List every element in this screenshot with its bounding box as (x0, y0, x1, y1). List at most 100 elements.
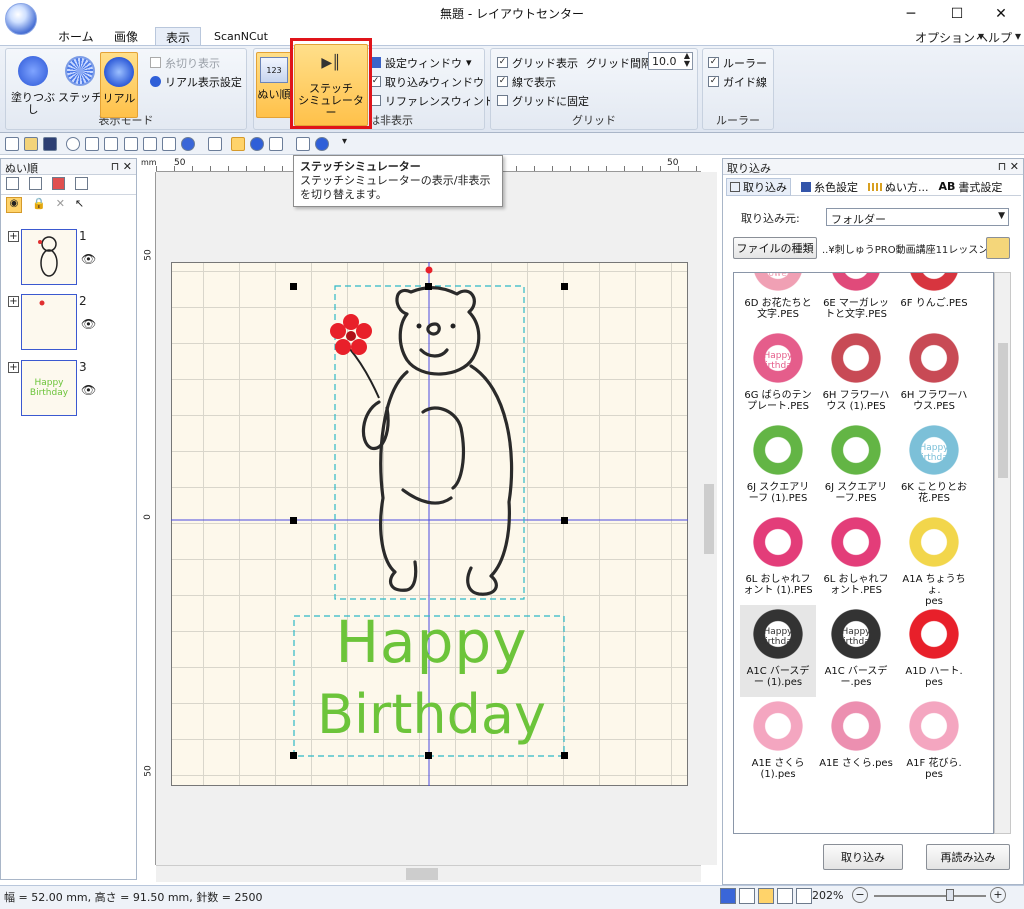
resize-handle[interactable] (425, 283, 432, 290)
options-menu[interactable]: オプション ▾ (915, 29, 984, 46)
ruler-checkbox[interactable]: ✓ ルーラー (708, 54, 767, 71)
visibility-eye-icon[interactable]: 👁 (81, 383, 96, 397)
frame-icon[interactable] (6, 177, 19, 190)
design-tile[interactable]: A1A ちょうちょ. pes (896, 513, 972, 607)
fill-mode-button[interactable]: 塗りつぶし (8, 52, 58, 118)
zoom-in-button[interactable]: + (990, 887, 1006, 903)
design-tile[interactable]: 6J スクエアリ ーフ (1).PES (740, 421, 816, 513)
resize-handle[interactable] (561, 517, 568, 524)
open-folder-icon[interactable] (24, 137, 38, 151)
lock-icon[interactable]: 🔒 (32, 197, 46, 213)
tab-home[interactable]: ホーム (48, 27, 104, 46)
tab-image[interactable]: 画像 (104, 27, 148, 46)
border-icon[interactable] (75, 177, 88, 190)
snap-grid-checkbox[interactable]: グリッドに固定 (497, 92, 589, 109)
visibility-eye-icon[interactable]: 👁 (81, 317, 96, 331)
import-button[interactable]: 取り込み (823, 844, 903, 870)
preview-icon[interactable] (269, 137, 283, 151)
design-tile[interactable]: 6L おしゃれフ ォント (1).PES (740, 513, 816, 605)
expand-icon[interactable]: + (8, 231, 19, 242)
resize-handle[interactable] (290, 752, 297, 759)
stitch-view-icon[interactable] (231, 137, 245, 151)
resize-handle[interactable] (561, 752, 568, 759)
expand-icon[interactable]: + (8, 296, 19, 307)
order-icon[interactable] (29, 177, 42, 190)
tab-import[interactable]: 取り込み (726, 177, 791, 196)
real-view-icon[interactable] (758, 888, 774, 904)
design-tile[interactable]: A1F 花びら. pes (896, 697, 972, 789)
maximize-button[interactable]: ☐ (934, 0, 980, 27)
fill-view-icon[interactable] (720, 888, 736, 904)
zoom-slider[interactable] (874, 895, 986, 897)
help-icon[interactable] (181, 137, 195, 151)
show-grid-checkbox[interactable]: ✓ グリッド表示 (497, 54, 578, 71)
source-select[interactable]: フォルダー ▼ (826, 208, 1009, 226)
ungroup-icon[interactable]: ✕ (56, 197, 65, 213)
grid-interval-input[interactable]: 10.0 ▲ ▼ (648, 52, 693, 70)
import-window-checkbox[interactable]: ✓ 取り込みウィンドウ (370, 73, 484, 90)
reload-button[interactable]: 再読み込み (926, 844, 1010, 870)
guide-checkbox[interactable]: ✓ ガイド線 (708, 73, 767, 90)
real-mode-button[interactable]: リアル (100, 52, 138, 118)
page-view-icon[interactable] (796, 888, 812, 904)
sew-order-item[interactable] (21, 229, 77, 285)
view-icon[interactable] (124, 137, 138, 151)
zoom-out-button[interactable]: − (852, 887, 868, 903)
design-tile[interactable]: 6J スクエアリ ーフ.PES (818, 421, 894, 513)
circle-icon[interactable] (315, 137, 329, 151)
color-icon[interactable] (52, 177, 65, 190)
layout-icon[interactable] (162, 137, 176, 151)
settings-window-toggle[interactable]: 設定ウィンドウ ▾ (370, 54, 472, 71)
design-tile[interactable]: 6H フラワーハ ウス.PES (896, 329, 972, 421)
design-tile[interactable]: Happy Birthday A1C バースデ ー.pes (818, 605, 894, 697)
pin-icon[interactable]: ⊓ (998, 160, 1007, 173)
vertical-scrollbar[interactable] (701, 172, 717, 865)
grid-view-icon[interactable] (777, 888, 793, 904)
design-tile[interactable]: Happy Birthday A1C バースデー (1).pes (740, 605, 816, 697)
page-icon[interactable] (143, 137, 157, 151)
tab-format[interactable]: AB 書式設定 (939, 179, 1003, 195)
file-type-button[interactable]: ファイルの種類 (733, 237, 817, 259)
sew-order-item[interactable]: Happy Birthday (21, 360, 77, 416)
design-tile[interactable]: A1D ハート. pes (896, 605, 972, 697)
app-logo-icon[interactable] (5, 3, 37, 35)
design-tile[interactable]: Happy Birthday 6K ことりとお 花.PES (896, 421, 972, 513)
design-tile[interactable]: A1E さくら (1).pes (740, 697, 816, 789)
open-folder-icon[interactable] (986, 237, 1010, 259)
tab-sewing[interactable]: ぬい方... (868, 179, 929, 195)
design-tile[interactable]: Flower 6E マーガレットと文字.PES (818, 273, 894, 329)
expand-icon[interactable]: + (8, 362, 19, 373)
horizontal-scrollbar[interactable] (156, 865, 701, 882)
stitch-view-icon[interactable] (739, 888, 755, 904)
eye-toggle-icon[interactable]: ◉ (6, 197, 22, 213)
close-icon[interactable]: ✕ (1010, 160, 1019, 173)
design-tile[interactable]: apple 6F りんご.PES (896, 273, 972, 329)
resize-handle[interactable] (561, 283, 568, 290)
design-text-line1[interactable]: Happy (289, 613, 574, 671)
sew-order-button[interactable]: 123 ぬい順 (256, 52, 292, 118)
save-icon[interactable] (43, 137, 57, 151)
pin-icon[interactable]: ⊓ (111, 160, 120, 173)
design-tile[interactable]: 6L おしゃれフ ォント.PES (818, 513, 894, 605)
sew-order-item[interactable] (21, 294, 77, 350)
resize-handle[interactable] (290, 517, 297, 524)
design-tile[interactable]: 6H フラワーハ ウス (1).PES (818, 329, 894, 421)
undo-icon[interactable] (85, 137, 99, 151)
design-tile[interactable]: A1E さくら.pes (818, 697, 894, 789)
resize-handle[interactable] (425, 752, 432, 759)
tab-view[interactable]: 表示 (155, 27, 202, 46)
print-icon[interactable] (296, 137, 310, 151)
browser-scrollbar[interactable] (994, 272, 1011, 834)
design-tile[interactable]: Pretty Flowers 6D お花たちと文字.PES (740, 273, 816, 329)
resize-handle[interactable] (290, 283, 297, 290)
thread-cut-checkbox[interactable]: 糸切り表示 (150, 54, 220, 71)
real-setting-button[interactable]: リアル表示設定 (150, 73, 242, 90)
design-tile[interactable]: Happy Birthday 6G ばらのテン プレート.PES (740, 329, 816, 421)
tab-thread-color[interactable]: 糸色設定 (801, 179, 858, 195)
close-button[interactable]: ✕ (978, 0, 1024, 27)
help-menu[interactable]: ヘルプ ▾ (976, 29, 1021, 46)
bars-icon[interactable] (208, 137, 222, 151)
line-display-checkbox[interactable]: ✓ 線で表示 (497, 73, 556, 90)
minimize-button[interactable]: ─ (888, 0, 934, 27)
real-view-icon[interactable] (250, 137, 264, 151)
